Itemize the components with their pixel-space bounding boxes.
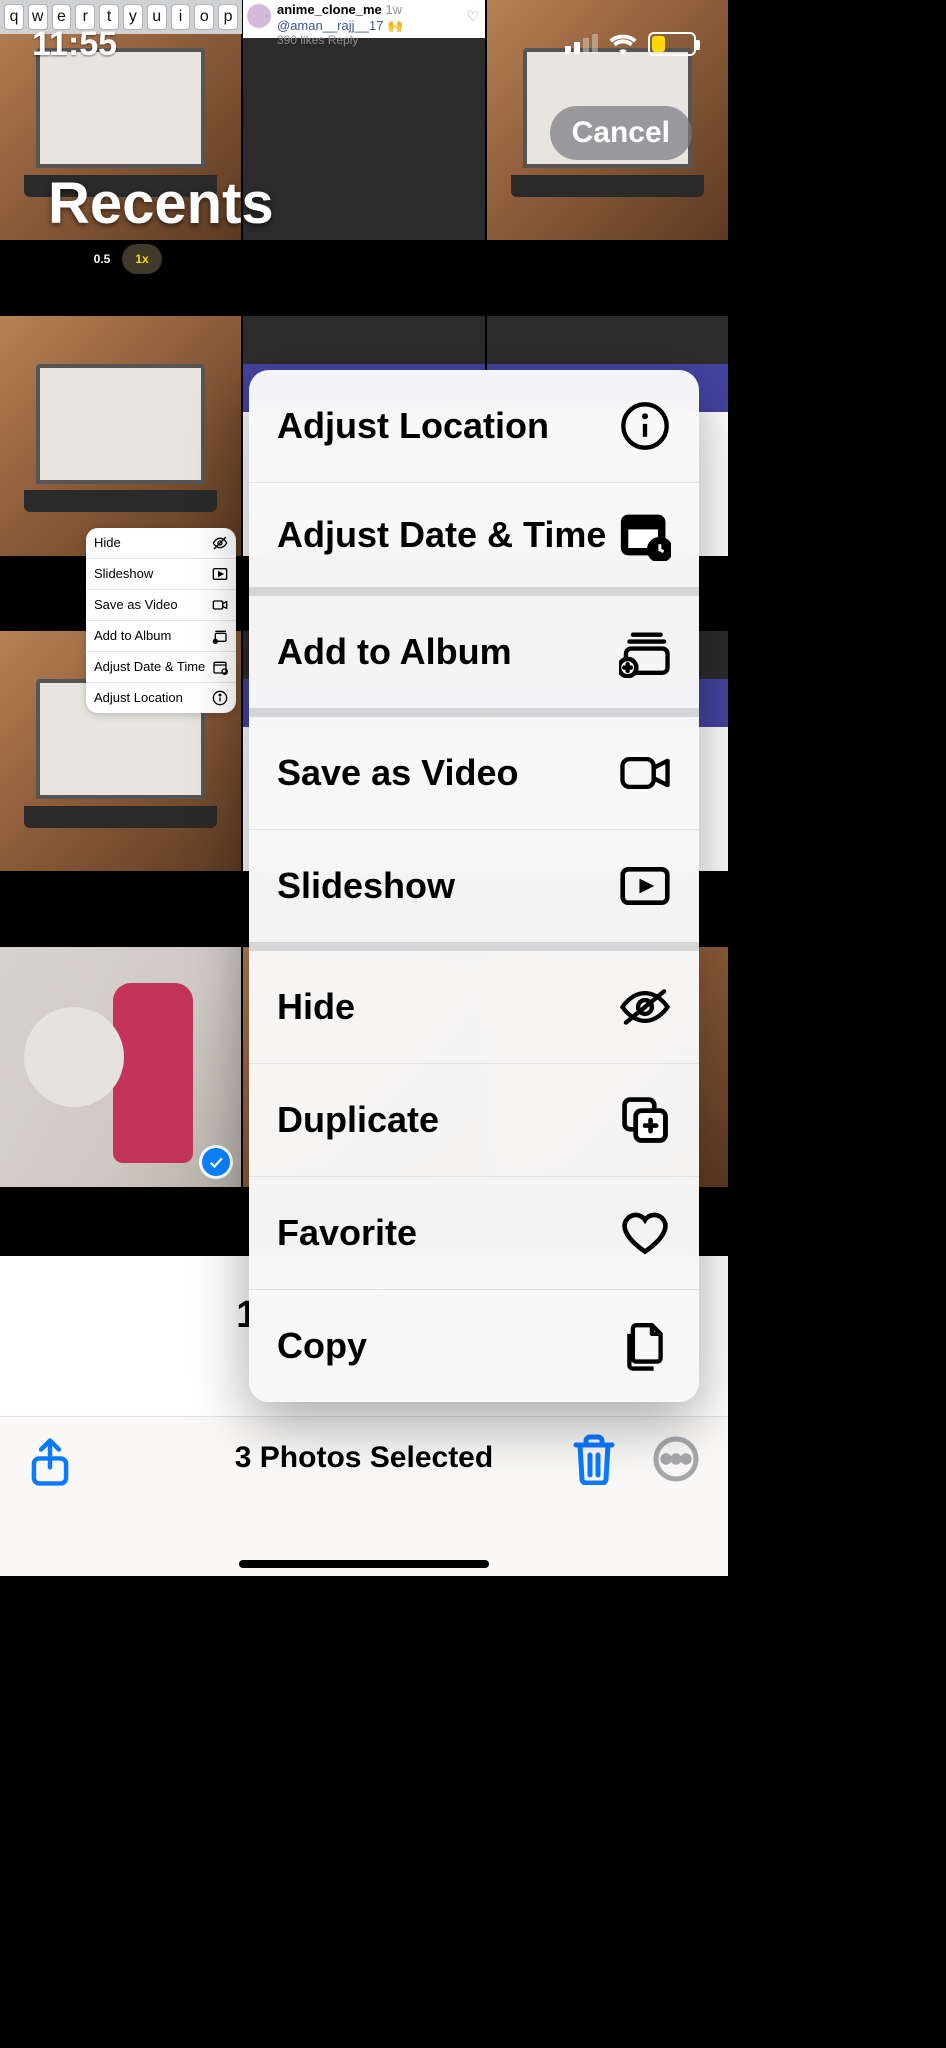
menu-add-to-album[interactable]: Add to Album	[249, 596, 699, 708]
home-indicator[interactable]	[239, 1560, 489, 1568]
social-age: 1w	[385, 2, 402, 17]
calendar-icon	[212, 659, 228, 675]
menu-label: Hide	[277, 987, 619, 1027]
mini-context-menu: Hide Slideshow Save as Video Add to Albu…	[86, 528, 236, 713]
heart-icon	[619, 1207, 671, 1259]
album-icon	[212, 628, 228, 644]
photo-thumbnail[interactable]	[0, 947, 241, 1187]
menu-adjust-date-time[interactable]: Adjust Date & Time	[249, 483, 699, 587]
camera-zoom-chip: 0.5 1x	[82, 244, 162, 274]
mini-menu-label: Slideshow	[94, 567, 212, 581]
key-t[interactable]: t	[99, 4, 119, 30]
social-comment: anime_clone_me 1w @aman__rajj__17 🙌 390 …	[243, 0, 485, 38]
key-e[interactable]: e	[52, 4, 72, 30]
mini-menu-label: Add to Album	[94, 629, 212, 643]
key-o[interactable]: o	[194, 4, 214, 30]
key-p[interactable]: p	[218, 4, 238, 30]
social-likes: 390 likes Reply	[277, 33, 479, 47]
info-icon	[212, 690, 228, 706]
selection-check-icon	[199, 1145, 233, 1179]
menu-label: Save as Video	[277, 753, 619, 793]
photo-thumbnail[interactable]	[0, 316, 241, 556]
hide-icon	[212, 535, 228, 551]
menu-label: Adjust Date & Time	[277, 515, 619, 555]
keyboard-row: q w e r t y u i o p	[0, 0, 242, 34]
mini-menu-hide[interactable]: Hide	[86, 528, 236, 559]
album-title: Recents	[48, 170, 274, 237]
menu-hide[interactable]: Hide	[249, 951, 699, 1063]
menu-duplicate[interactable]: Duplicate	[249, 1064, 699, 1176]
video-icon	[212, 597, 228, 613]
mini-menu-adjust-date[interactable]: Adjust Date & Time	[86, 652, 236, 683]
key-u[interactable]: u	[147, 4, 167, 30]
menu-label: Copy	[277, 1326, 619, 1366]
mini-menu-save-video[interactable]: Save as Video	[86, 590, 236, 621]
zoom-level: 0.5	[82, 244, 122, 274]
avatar	[247, 4, 271, 28]
cancel-button[interactable]: Cancel	[550, 106, 692, 160]
mini-menu-label: Adjust Date & Time	[94, 660, 212, 674]
hide-icon	[619, 981, 671, 1033]
heart-icon: ♡	[466, 8, 479, 25]
menu-label: Add to Album	[277, 632, 619, 672]
key-r[interactable]: r	[75, 4, 95, 30]
menu-label: Duplicate	[277, 1100, 619, 1140]
copy-icon	[619, 1320, 671, 1372]
social-username: anime_clone_me	[277, 2, 382, 17]
calendar-icon	[619, 509, 671, 561]
menu-slideshow[interactable]: Slideshow	[249, 830, 699, 942]
play-icon	[619, 860, 671, 912]
play-icon	[212, 566, 228, 582]
menu-copy[interactable]: Copy	[249, 1290, 699, 1402]
key-w[interactable]: w	[28, 4, 48, 30]
social-mention: @aman__rajj__17 🙌	[277, 18, 479, 34]
bottom-toolbar: 3 Photos Selected	[0, 1416, 728, 1576]
menu-favorite[interactable]: Favorite	[249, 1177, 699, 1289]
menu-label: Slideshow	[277, 866, 619, 906]
album-icon	[619, 626, 671, 678]
menu-label: Favorite	[277, 1213, 619, 1253]
key-y[interactable]: y	[123, 4, 143, 30]
mini-menu-adjust-location[interactable]: Adjust Location	[86, 683, 236, 713]
duplicate-icon	[619, 1094, 671, 1146]
key-q[interactable]: q	[4, 4, 24, 30]
mini-menu-label: Adjust Location	[94, 691, 212, 705]
menu-adjust-location[interactable]: Adjust Location	[249, 370, 699, 482]
mini-menu-label: Hide	[94, 536, 212, 550]
video-icon	[619, 747, 671, 799]
menu-save-as-video[interactable]: Save as Video	[249, 717, 699, 829]
mini-menu-add-album[interactable]: Add to Album	[86, 621, 236, 652]
menu-label: Adjust Location	[277, 406, 619, 446]
mini-menu-label: Save as Video	[94, 598, 212, 612]
mini-menu-slideshow[interactable]: Slideshow	[86, 559, 236, 590]
zoom-level: 1x	[122, 244, 162, 274]
info-icon	[619, 400, 671, 452]
key-i[interactable]: i	[171, 4, 191, 30]
selection-count: 3 Photos Selected	[0, 1441, 728, 1475]
context-menu: Adjust Location Adjust Date & Time Add t…	[249, 370, 699, 1402]
